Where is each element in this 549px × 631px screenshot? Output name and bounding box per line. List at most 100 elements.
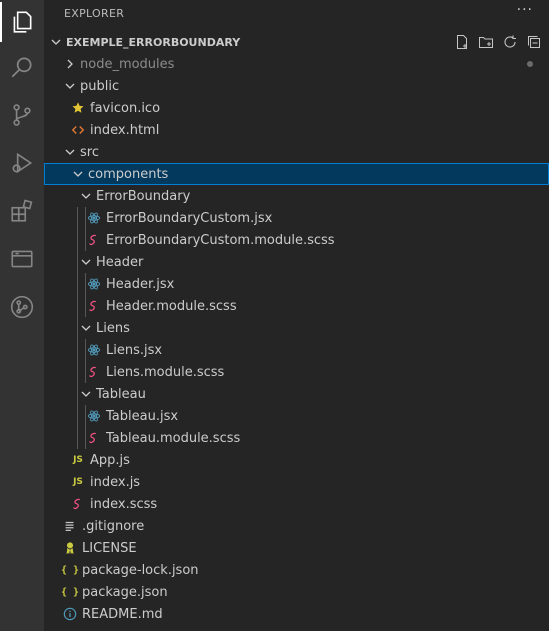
react-icon xyxy=(86,210,102,226)
remote-explorer-icon[interactable] xyxy=(6,243,38,275)
sass-icon xyxy=(70,496,86,512)
file-item[interactable]: Tableau.jsx xyxy=(44,405,549,427)
chevron-right-icon xyxy=(62,56,78,72)
json-icon: { } xyxy=(60,586,80,598)
folder-label: Header xyxy=(96,254,144,270)
file-label: Header.jsx xyxy=(106,276,175,292)
file-label: LICENSE xyxy=(82,540,137,556)
file-label: ErrorBoundaryCustom.jsx xyxy=(106,210,273,226)
folder-item[interactable]: Liens xyxy=(44,317,549,339)
folder-label: components xyxy=(88,166,169,182)
file-label: Liens.module.scss xyxy=(106,364,225,380)
file-item[interactable]: Header.module.scss xyxy=(44,295,549,317)
chevron-down-icon xyxy=(78,254,94,270)
collapse-all-icon[interactable] xyxy=(525,33,543,51)
folder-item[interactable]: public xyxy=(44,75,549,97)
file-item[interactable]: ErrorBoundaryCustom.module.scss xyxy=(44,229,549,251)
chevron-down-icon xyxy=(48,34,64,50)
chevron-down-icon xyxy=(78,188,94,204)
source-control-icon[interactable] xyxy=(6,99,38,131)
chevron-down-icon xyxy=(62,144,78,160)
folder-item[interactable]: node_modules xyxy=(44,53,549,75)
file-item[interactable]: index.scss xyxy=(44,493,549,515)
file-item[interactable]: index.html xyxy=(44,119,549,141)
modified-dot-icon xyxy=(527,61,533,67)
chevron-down-icon xyxy=(70,166,86,182)
file-label: Header.module.scss xyxy=(106,298,237,314)
search-icon[interactable] xyxy=(6,51,38,83)
file-label: README.md xyxy=(82,606,163,622)
sass-icon xyxy=(86,430,102,446)
folder-label: Tableau xyxy=(96,386,146,402)
file-item[interactable]: JS index.js xyxy=(44,471,549,493)
star-icon xyxy=(70,100,86,116)
js-icon: JS xyxy=(73,455,83,465)
chevron-down-icon xyxy=(78,386,94,402)
file-item[interactable]: .gitignore xyxy=(44,515,549,537)
file-item[interactable]: favicon.ico xyxy=(44,97,549,119)
file-item[interactable]: Tableau.module.scss xyxy=(44,427,549,449)
workspace-root-label: EXEMPLE_ERRORBOUNDARY xyxy=(66,35,241,49)
explorer-sidebar: EXPLORER ··· EXEMPLE_ERRORBOUNDARY node_… xyxy=(44,0,549,631)
sass-icon xyxy=(86,232,102,248)
react-icon xyxy=(86,408,102,424)
file-label: .gitignore xyxy=(82,518,145,534)
file-item[interactable]: LICENSE xyxy=(44,537,549,559)
file-item[interactable]: JS App.js xyxy=(44,449,549,471)
new-file-icon[interactable] xyxy=(453,33,471,51)
explorer-actions xyxy=(453,31,543,53)
folder-label: node_modules xyxy=(80,56,175,72)
file-label: favicon.ico xyxy=(90,100,161,116)
file-label: index.scss xyxy=(90,496,158,512)
extensions-icon[interactable] xyxy=(6,195,38,227)
active-indicator xyxy=(0,2,2,42)
js-icon: JS xyxy=(73,477,83,487)
file-item[interactable]: { } package-lock.json xyxy=(44,559,549,581)
file-label: Liens.jsx xyxy=(106,342,163,358)
license-icon xyxy=(62,540,78,556)
sass-icon xyxy=(86,364,102,380)
folder-label: ErrorBoundary xyxy=(96,188,191,204)
folder-label: public xyxy=(80,78,120,94)
lines-icon xyxy=(62,518,78,534)
activity-bar xyxy=(0,0,44,631)
folder-item[interactable]: src xyxy=(44,141,549,163)
file-label: package.json xyxy=(82,584,168,600)
html-icon xyxy=(70,122,86,138)
folder-label: src xyxy=(80,144,99,160)
folder-item[interactable]: components xyxy=(44,163,549,185)
react-icon xyxy=(86,342,102,358)
refresh-icon[interactable] xyxy=(501,33,519,51)
file-item[interactable]: Header.jsx xyxy=(44,273,549,295)
explorer-icon[interactable] xyxy=(6,6,38,38)
workspace-root[interactable]: EXEMPLE_ERRORBOUNDARY xyxy=(44,31,549,53)
explorer-title: EXPLORER xyxy=(64,7,125,20)
file-label: index.html xyxy=(90,122,160,138)
file-item[interactable]: Liens.jsx xyxy=(44,339,549,361)
file-label: Tableau.module.scss xyxy=(106,430,241,446)
indent-guide xyxy=(77,207,78,449)
more-actions-icon[interactable]: ··· xyxy=(517,2,533,18)
chevron-down-icon xyxy=(78,320,94,336)
file-label: App.js xyxy=(90,452,130,468)
sass-icon xyxy=(86,298,102,314)
json-icon: { } xyxy=(60,564,80,576)
file-item[interactable]: README.md xyxy=(44,603,549,625)
file-label: ErrorBoundaryCustom.module.scss xyxy=(106,232,335,248)
folder-item[interactable]: Tableau xyxy=(44,383,549,405)
react-icon xyxy=(86,276,102,292)
folder-item[interactable]: Header xyxy=(44,251,549,273)
indent-guide xyxy=(85,207,86,251)
chevron-down-icon xyxy=(62,78,78,94)
file-label: package-lock.json xyxy=(82,562,199,578)
new-folder-icon[interactable] xyxy=(477,33,495,51)
git-graph-icon[interactable] xyxy=(6,291,38,323)
run-debug-icon[interactable] xyxy=(6,147,38,179)
file-item[interactable]: Liens.module.scss xyxy=(44,361,549,383)
info-icon xyxy=(62,606,78,622)
indent-guide xyxy=(85,405,86,449)
file-item[interactable]: { } package.json xyxy=(44,581,549,603)
file-item[interactable]: ErrorBoundaryCustom.jsx xyxy=(44,207,549,229)
folder-item[interactable]: ErrorBoundary xyxy=(44,185,549,207)
file-label: Tableau.jsx xyxy=(106,408,179,424)
